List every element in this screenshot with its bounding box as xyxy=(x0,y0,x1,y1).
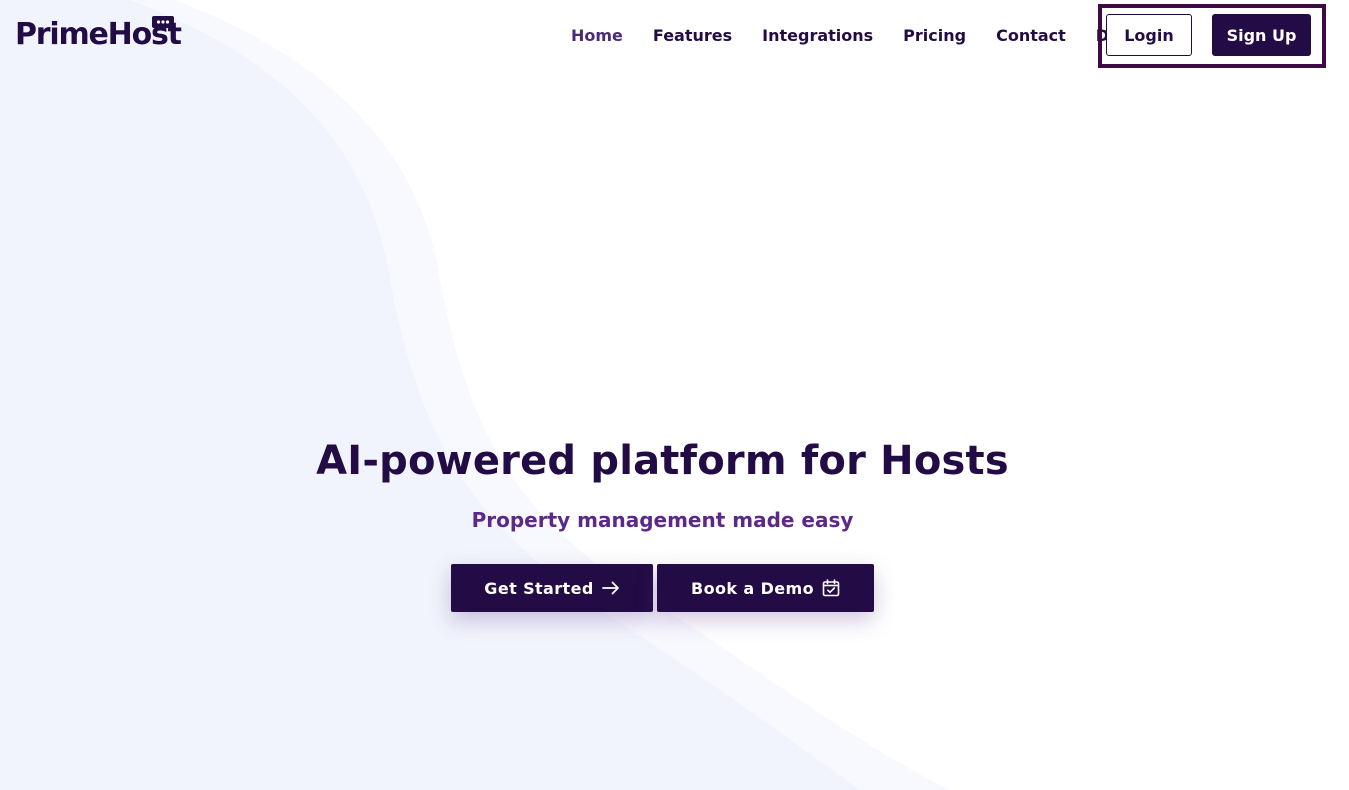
arrow-right-icon xyxy=(601,581,620,595)
auth-highlight-box: Login Sign Up xyxy=(1098,4,1326,68)
book-demo-button[interactable]: Book a Demo xyxy=(657,564,874,612)
landing-page: PrimeHost Home Features Integrations Pri… xyxy=(0,0,1349,790)
nav-home[interactable]: Home xyxy=(556,26,638,45)
chat-bubble-icon xyxy=(152,16,174,32)
signup-button[interactable]: Sign Up xyxy=(1212,14,1311,56)
nav-features[interactable]: Features xyxy=(638,26,747,45)
cta-row: Get Started Book a Demo xyxy=(451,564,874,612)
hero-subtitle: Property management made easy xyxy=(471,508,854,532)
brand-logo[interactable]: PrimeHost xyxy=(15,16,182,54)
book-demo-label: Book a Demo xyxy=(691,578,814,598)
get-started-button[interactable]: Get Started xyxy=(451,564,653,612)
main-nav: Home Features Integrations Pricing Conta… xyxy=(556,22,1154,48)
nav-contact[interactable]: Contact xyxy=(981,26,1081,45)
hero-title: AI-powered platform for Hosts xyxy=(316,438,1009,484)
nav-integrations[interactable]: Integrations xyxy=(747,26,888,45)
nav-pricing[interactable]: Pricing xyxy=(888,26,981,45)
get-started-label: Get Started xyxy=(484,578,594,598)
background-wave xyxy=(0,0,950,790)
login-button[interactable]: Login xyxy=(1106,14,1192,56)
calendar-check-icon xyxy=(822,579,840,597)
